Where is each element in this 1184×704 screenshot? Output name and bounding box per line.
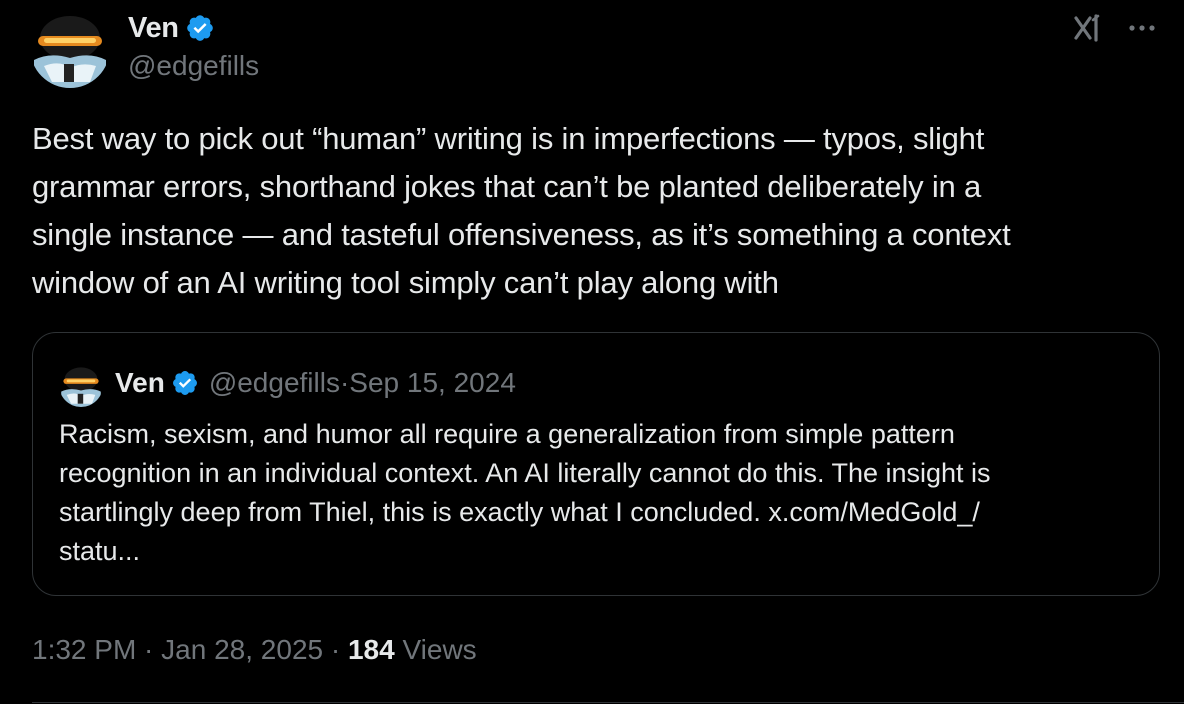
more-options-icon[interactable] [1126, 14, 1158, 42]
quoted-date: Sep 15, 2024 [349, 367, 516, 398]
views-count: 184 [347, 634, 395, 665]
tweet-text: Best way to pick out “human” writing is … [32, 121, 1011, 300]
verified-badge-icon[interactable] [185, 13, 215, 43]
avatar[interactable] [30, 8, 110, 88]
quoted-separator: · [339, 367, 350, 398]
meta-separator: · [136, 634, 162, 665]
views-label: Views [394, 634, 477, 665]
quoted-display-name: Ven [115, 367, 165, 398]
quoted-header: Ven @edgefills · Sep 15, 2024 [115, 365, 516, 401]
display-name[interactable]: Ven [128, 12, 179, 45]
author-name-row: Ven [128, 10, 215, 46]
tweet-date[interactable]: Jan 28, 2025 [161, 634, 323, 665]
quoted-tweet[interactable]: Ven @edgefills · Sep 15, 2024 Racism, se… [32, 332, 1160, 596]
quoted-avatar[interactable] [59, 363, 103, 407]
divider [32, 702, 1184, 703]
grok-icon[interactable] [1072, 10, 1108, 46]
avatar-image [30, 8, 110, 88]
quoted-avatar-image [59, 363, 103, 407]
tweet: Ven @edgefills Best way to pick out “hum… [0, 0, 1184, 704]
quoted-verified-badge-icon [171, 369, 199, 397]
quoted-text: Racism, sexism, and humor all require a … [59, 419, 991, 566]
tweet-time[interactable]: 1:32 PM [32, 634, 136, 665]
quoted-handle: @edgefills [208, 367, 340, 398]
meta-separator: · [323, 634, 348, 665]
handle[interactable]: @edgefills [128, 50, 259, 82]
tweet-meta: 1:32 PM · Jan 28, 2025 · 184 Views [32, 634, 477, 666]
